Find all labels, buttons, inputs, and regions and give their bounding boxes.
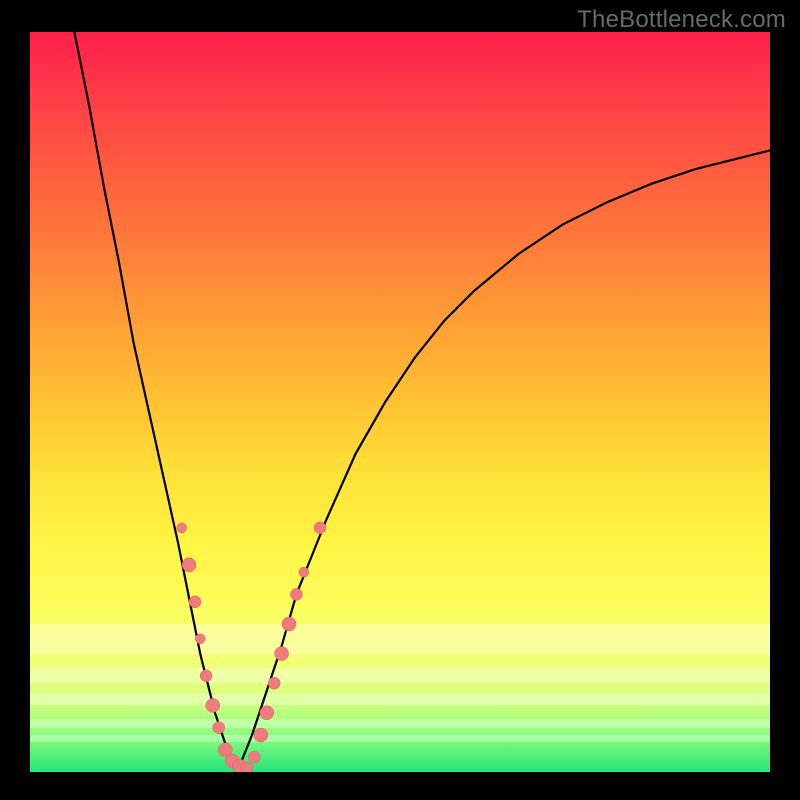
data-point	[268, 677, 280, 689]
chart-frame: TheBottleneck.com	[0, 0, 800, 800]
data-point	[275, 647, 289, 661]
data-point	[182, 558, 196, 572]
curve-left-branch	[74, 32, 237, 772]
watermark-text: TheBottleneck.com	[577, 6, 786, 34]
data-point	[282, 617, 296, 631]
plot-area	[30, 32, 770, 772]
curve-right-branch	[237, 150, 770, 772]
data-point	[260, 706, 274, 720]
data-point	[314, 522, 326, 534]
data-point	[206, 698, 220, 712]
data-point	[200, 670, 212, 682]
data-point	[290, 588, 302, 600]
data-point	[195, 634, 205, 644]
data-point	[299, 567, 309, 577]
data-point	[254, 728, 268, 742]
data-point	[213, 722, 225, 734]
data-point	[241, 762, 253, 772]
data-point	[177, 523, 187, 533]
data-point	[248, 751, 260, 763]
chart-svg	[30, 32, 770, 772]
data-point	[189, 596, 201, 608]
